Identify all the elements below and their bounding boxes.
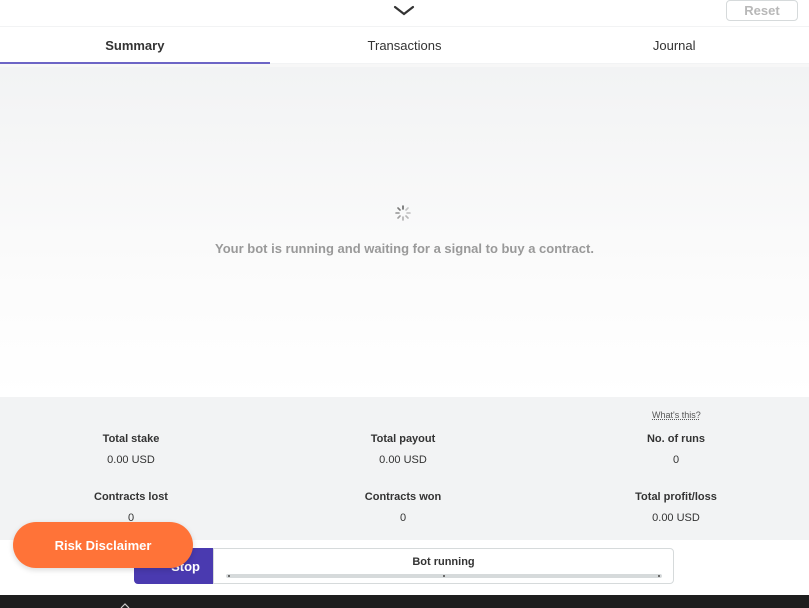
- stat-contracts-lost: Contracts lost 0: [41, 491, 221, 524]
- stat-total-payout: Total payout 0.00 USD: [313, 433, 493, 466]
- summary-panel: [0, 67, 809, 397]
- risk-disclaimer-button[interactable]: Risk Disclaimer: [13, 522, 193, 568]
- stat-label: Total stake: [102, 433, 160, 445]
- stat-value: 0.00 USD: [379, 454, 427, 466]
- stat-total-profit-loss: Total profit/loss 0.00 USD: [586, 491, 766, 524]
- stat-value: 0: [672, 454, 680, 466]
- whats-this-link[interactable]: What's this?: [652, 410, 701, 420]
- stat-label: Total payout: [370, 433, 436, 445]
- stat-label: Contracts lost: [94, 491, 168, 503]
- bot-status-panel: Bot running: [213, 548, 674, 584]
- reset-button[interactable]: Reset: [726, 0, 798, 21]
- tab-bar: Summary Transactions Journal: [0, 27, 809, 64]
- progress-step-dot: [443, 575, 445, 577]
- stat-no-of-runs: No. of runs 0: [586, 433, 766, 466]
- chevron-up-icon[interactable]: [119, 597, 131, 608]
- progress-step-dot: [228, 575, 230, 577]
- stat-value: 0.00 USD: [107, 454, 155, 466]
- bot-status-label: Bot running: [412, 556, 475, 568]
- stat-label: Total profit/loss: [635, 491, 717, 503]
- tab-transactions[interactable]: Transactions: [270, 27, 540, 63]
- stat-value: 0.00 USD: [652, 512, 700, 524]
- bot-running-message: Your bot is running and waiting for a si…: [215, 241, 594, 256]
- stat-contracts-won: Contracts won 0: [313, 491, 493, 524]
- stat-total-stake: Total stake 0.00 USD: [41, 433, 221, 466]
- tab-summary[interactable]: Summary: [0, 27, 270, 64]
- progress-step-dot: [658, 575, 660, 577]
- stat-label: No. of runs: [646, 433, 706, 445]
- run-progress-bar: [226, 574, 662, 578]
- loading-spinner-icon: [394, 204, 412, 222]
- chevron-down-icon[interactable]: [392, 3, 416, 19]
- tab-journal[interactable]: Journal: [539, 27, 809, 63]
- stat-label: Contracts won: [364, 491, 442, 503]
- stat-value: 0: [399, 512, 407, 524]
